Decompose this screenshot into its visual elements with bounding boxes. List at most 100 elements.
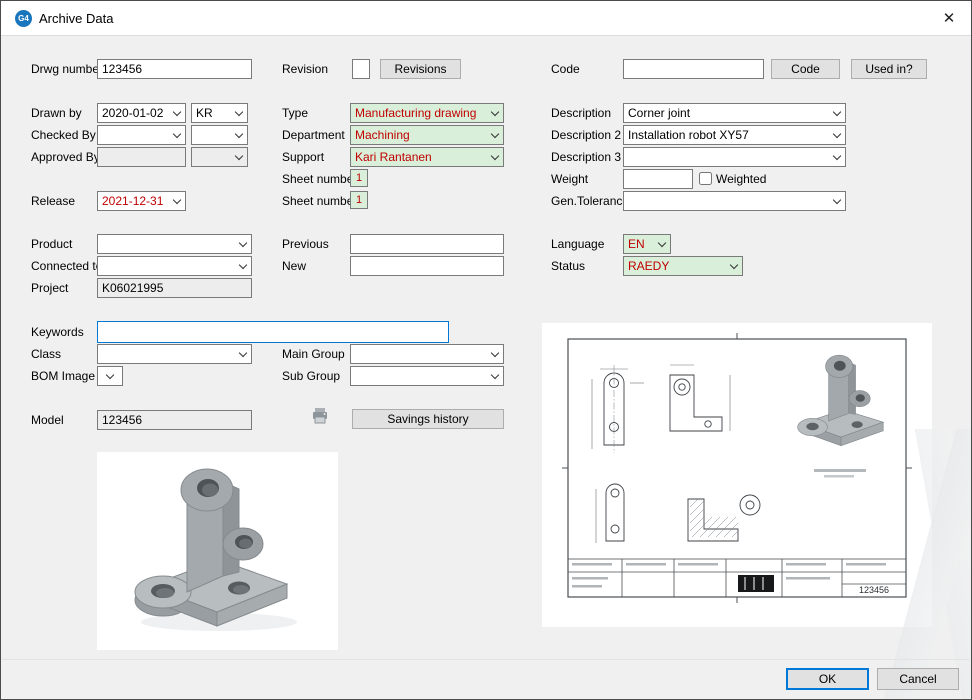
chevron-down-icon xyxy=(726,257,742,275)
technical-drawing: 123456 xyxy=(542,323,932,627)
drawn-by-label: Drawn by xyxy=(31,106,82,120)
chevron-down-icon xyxy=(487,367,503,385)
model-field xyxy=(97,410,252,430)
sub-group-combo[interactable] xyxy=(350,366,504,386)
weighted-checkbox-label: Weighted xyxy=(716,172,766,186)
chevron-down-icon xyxy=(235,235,251,253)
product-combo[interactable] xyxy=(97,234,252,254)
revision-input[interactable] xyxy=(352,59,370,79)
chevron-down-icon xyxy=(829,148,845,166)
checked-by-initials-value xyxy=(192,126,231,144)
previous-input[interactable] xyxy=(350,234,504,254)
chevron-down-icon xyxy=(487,104,503,122)
part-preview-image[interactable] xyxy=(97,452,338,650)
gen-tolerances-combo[interactable] xyxy=(623,191,846,211)
drawn-by-date-value: 2020-01-02 xyxy=(98,104,169,122)
sub-group-value xyxy=(351,367,487,385)
description-value: Corner joint xyxy=(624,104,829,122)
corner-joint-3d-render xyxy=(97,452,338,650)
description3-combo[interactable] xyxy=(623,147,846,167)
drawn-by-initials-value: KR xyxy=(192,104,231,122)
language-combo[interactable]: EN xyxy=(623,234,671,254)
sub-group-label: Sub Group xyxy=(282,369,340,383)
archive-data-dialog: G4 Archive Data ✕ Drwg number Revision R… xyxy=(0,0,972,700)
support-label: Support xyxy=(282,150,324,164)
approved-by-date-field[interactable] xyxy=(97,147,186,167)
project-field xyxy=(97,278,252,298)
drawing-preview-image[interactable]: 123456 xyxy=(542,323,932,627)
project-label: Project xyxy=(31,281,68,295)
titlebar: G4 Archive Data ✕ xyxy=(1,1,971,36)
connected-to-value xyxy=(98,257,235,275)
sheet-number-value[interactable]: 1 xyxy=(350,169,368,187)
close-icon[interactable]: ✕ xyxy=(939,9,959,29)
product-label: Product xyxy=(31,237,72,251)
department-combo[interactable]: Machining xyxy=(350,125,504,145)
code-input[interactable] xyxy=(623,59,764,79)
approved-by-initials-value xyxy=(192,148,231,166)
chevron-down-icon xyxy=(169,126,185,144)
sheet-numbers-value[interactable]: 1 xyxy=(350,191,368,209)
printer-icon[interactable] xyxy=(311,407,329,430)
department-value: Machining xyxy=(351,126,487,144)
status-label: Status xyxy=(551,259,585,273)
language-value: EN xyxy=(624,235,654,253)
checked-by-initials-combo[interactable] xyxy=(191,125,248,145)
chevron-down-icon xyxy=(829,192,845,210)
description-combo[interactable]: Corner joint xyxy=(623,103,846,123)
approved-by-initials-combo[interactable] xyxy=(191,147,248,167)
class-label: Class xyxy=(31,347,61,361)
weight-label: Weight xyxy=(551,172,588,186)
status-combo[interactable]: RAEDY xyxy=(623,256,743,276)
class-combo[interactable] xyxy=(97,344,252,364)
description2-label: Description 2 xyxy=(551,128,621,142)
status-value: RAEDY xyxy=(624,257,726,275)
drawing-number: 123456 xyxy=(859,585,889,595)
checked-by-date-combo[interactable] xyxy=(97,125,186,145)
description3-label: Description 3 xyxy=(551,150,621,164)
main-group-combo[interactable] xyxy=(350,344,504,364)
new-input[interactable] xyxy=(350,256,504,276)
description2-combo[interactable]: Installation robot XY57 xyxy=(623,125,846,145)
class-value xyxy=(98,345,235,363)
drawn-by-initials-combo[interactable]: KR xyxy=(191,103,248,123)
used-in-button[interactable]: Used in? xyxy=(851,59,927,79)
keywords-label: Keywords xyxy=(31,325,84,339)
cancel-button[interactable]: Cancel xyxy=(877,668,959,690)
revisions-button[interactable]: Revisions xyxy=(380,59,461,79)
support-value: Kari Rantanen xyxy=(351,148,487,166)
ok-button[interactable]: OK xyxy=(786,668,869,690)
revision-label: Revision xyxy=(282,62,328,76)
connected-to-label: Connected to xyxy=(31,259,102,273)
department-label: Department xyxy=(282,128,345,142)
keywords-input[interactable] xyxy=(97,321,449,343)
chevron-down-icon xyxy=(231,126,247,144)
checked-by-label: Checked By xyxy=(31,128,96,142)
description-label: Description xyxy=(551,106,611,120)
release-value: 2021-12-31 xyxy=(98,192,169,210)
checked-by-date-value xyxy=(98,126,169,144)
product-value xyxy=(98,235,235,253)
drawn-by-date-combo[interactable]: 2020-01-02 xyxy=(97,103,186,123)
weighted-checkbox[interactable] xyxy=(699,172,712,185)
chevron-down-icon xyxy=(487,148,503,166)
type-combo[interactable]: Manufacturing drawing xyxy=(350,103,504,123)
chevron-down-icon xyxy=(829,126,845,144)
drwg-number-input[interactable] xyxy=(97,59,252,79)
chevron-down-icon xyxy=(98,367,122,385)
sheet-number-label: Sheet number xyxy=(282,172,357,186)
drwg-number-label: Drwg number xyxy=(31,62,103,76)
release-label: Release xyxy=(31,194,75,208)
description2-value: Installation robot XY57 xyxy=(624,126,829,144)
savings-history-button[interactable]: Savings history xyxy=(352,409,504,429)
support-combo[interactable]: Kari Rantanen xyxy=(350,147,504,167)
chevron-down-icon xyxy=(487,345,503,363)
new-label: New xyxy=(282,259,306,273)
bom-image-combo[interactable] xyxy=(97,366,123,386)
connected-to-combo[interactable] xyxy=(97,256,252,276)
chevron-down-icon xyxy=(169,104,185,122)
release-combo[interactable]: 2021-12-31 xyxy=(97,191,186,211)
weight-input[interactable] xyxy=(623,169,693,189)
code-button[interactable]: Code xyxy=(771,59,840,79)
model-label: Model xyxy=(31,413,64,427)
